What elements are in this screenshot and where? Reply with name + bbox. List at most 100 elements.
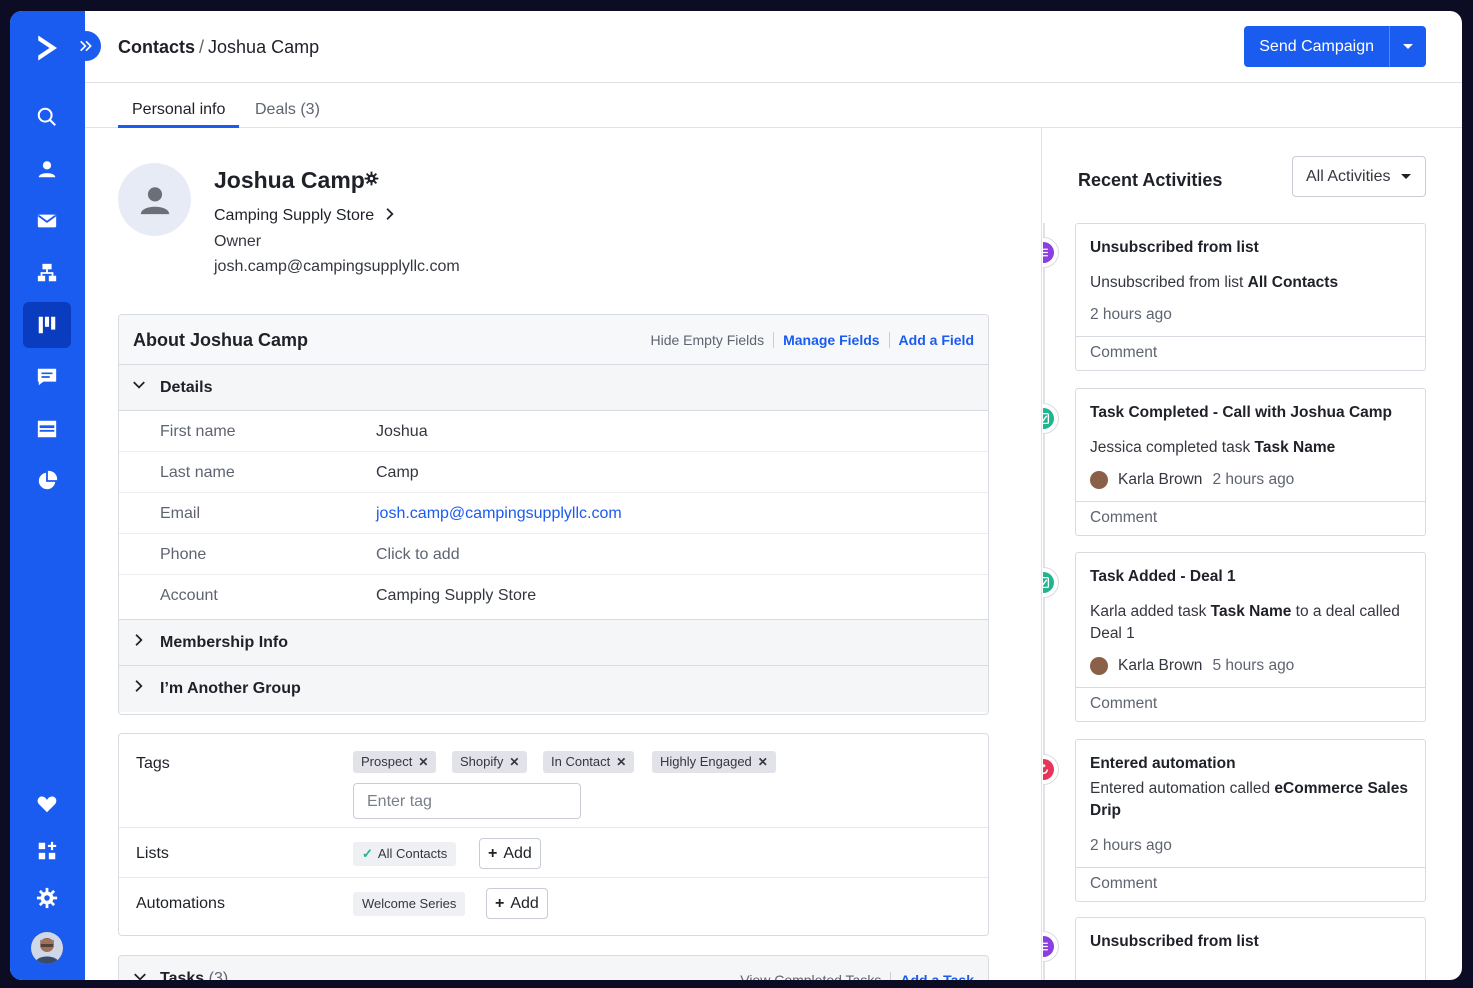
remove-tag-icon[interactable]: ✕	[418, 755, 428, 769]
field-value-first-name[interactable]: Joshua	[376, 423, 428, 441]
tag-label: In Contact	[551, 754, 611, 769]
add-field-link[interactable]: Add a Field	[899, 332, 974, 348]
divider	[888, 332, 890, 348]
field-label: Phone	[160, 546, 207, 563]
chevron-right-icon	[132, 679, 146, 696]
plus-icon: +	[495, 895, 505, 912]
tasks-panel-header[interactable]: Tasks (3) View Completed Tasks Add a Tas…	[118, 955, 989, 980]
remove-tag-icon[interactable]: ✕	[509, 755, 519, 769]
divider	[119, 827, 988, 828]
tasks-label: Tasks (3)	[160, 970, 228, 980]
field-row-account: Account Camping Supply Store	[119, 575, 988, 620]
send-campaign-button[interactable]: Send Campaign	[1244, 26, 1390, 67]
manage-fields-link[interactable]: Manage Fields	[783, 332, 879, 348]
field-row-first-name: First name Joshua	[119, 411, 988, 452]
contact-main-panel: Joshua Camp Camping Supply Store Owner j…	[85, 128, 1042, 980]
site-icon[interactable]	[23, 406, 71, 452]
add-label: Add	[510, 895, 539, 912]
contact-company-link[interactable]: Camping Supply Store	[214, 207, 374, 225]
activity-card: Task Added - Deal 1 Karla added task Tas…	[1075, 552, 1426, 722]
send-campaign-split-button: Send Campaign	[1244, 26, 1426, 67]
remove-tag-icon[interactable]: ✕	[616, 755, 626, 769]
details-group-header[interactable]: Details	[119, 365, 988, 411]
deals-icon[interactable]	[23, 302, 71, 348]
send-campaign-dropdown[interactable]	[1390, 26, 1426, 67]
person-icon	[140, 186, 169, 214]
comment-input[interactable]: Comment	[1076, 501, 1425, 535]
list-activity-icon	[1043, 931, 1059, 962]
apps-icon[interactable]	[23, 828, 71, 874]
reports-icon[interactable]	[23, 458, 71, 504]
activity-desc-bold: All Contacts	[1247, 274, 1339, 291]
recent-activities-panel: Recent Activities All Activities Unsubsc…	[1043, 128, 1462, 980]
breadcrumb-contacts-link[interactable]: Contacts	[118, 37, 195, 57]
divider	[773, 332, 775, 348]
add-automation-button[interactable]: + Add	[486, 888, 548, 919]
tab-personal-info[interactable]: Personal info	[118, 101, 240, 128]
comment-input[interactable]: Comment	[1076, 336, 1425, 370]
favorites-icon[interactable]	[23, 781, 71, 827]
add-label: Add	[503, 845, 532, 862]
automations-icon[interactable]	[23, 250, 71, 296]
automations-label: Automations	[136, 895, 225, 912]
hide-empty-fields-link[interactable]: Hide Empty Fields	[650, 332, 764, 348]
activity-time: 2 hours ago	[1090, 837, 1172, 854]
conversations-icon[interactable]	[23, 354, 71, 400]
about-panel: About Joshua Camp Hide Empty Fields Mana…	[118, 314, 989, 715]
tasks-title: Tasks	[160, 970, 205, 980]
tab-bar: Personal info Deals (3)	[85, 83, 1462, 128]
details-group-label: Details	[160, 379, 213, 396]
check-icon: ✓	[362, 846, 373, 861]
remove-tag-icon[interactable]: ✕	[758, 755, 768, 769]
activity-filter-select[interactable]: All Activities	[1292, 156, 1426, 197]
activity-time: 2 hours ago	[1090, 306, 1172, 323]
field-value-account[interactable]: Camping Supply Store	[376, 587, 536, 605]
activity-description: Entered automation called eCommerce Sale…	[1076, 774, 1425, 822]
contact-title: Owner	[214, 233, 262, 250]
field-label: Last name	[160, 464, 235, 481]
activity-card: Entered automation Entered automation ca…	[1075, 739, 1426, 902]
field-value-email[interactable]: josh.camp@campingsupplyllc.com	[376, 505, 622, 523]
header: Contacts / Joshua Camp Send Campaign	[85, 11, 1462, 83]
activity-meta: Karla Brown 2 hours ago	[1076, 459, 1425, 501]
activity-user: Karla Brown	[1118, 471, 1203, 488]
expand-sidebar-icon[interactable]	[71, 31, 101, 61]
chevron-down-icon	[132, 378, 146, 395]
view-completed-tasks-link[interactable]: View Completed Tasks	[740, 972, 881, 980]
sidebar	[10, 11, 85, 980]
activity-filter-value: All Activities	[1306, 168, 1391, 185]
chevron-right-icon	[132, 633, 146, 650]
contact-email: josh.camp@campingsupplyllc.com	[214, 258, 460, 275]
comment-input[interactable]: Comment	[1076, 867, 1425, 901]
contacts-icon[interactable]	[23, 146, 71, 192]
about-title: About Joshua Camp	[133, 330, 309, 350]
activity-title: Unsubscribed from list	[1090, 239, 1259, 256]
tab-deals[interactable]: Deals (3)	[255, 101, 320, 128]
activity-desc-text: Jessica completed task	[1090, 439, 1255, 456]
search-icon[interactable]	[23, 94, 71, 140]
user-avatar[interactable]	[31, 932, 63, 964]
field-label: Account	[160, 587, 218, 604]
activity-desc-text: Karla added task	[1090, 603, 1211, 620]
task-activity-icon	[1043, 403, 1059, 434]
chevron-right-icon[interactable]	[383, 207, 397, 226]
another-group-header[interactable]: I’m Another Group	[119, 666, 988, 712]
field-value-phone[interactable]: Click to add	[376, 546, 460, 564]
activity-desc-bold: Task Name	[1254, 439, 1336, 456]
tag-input[interactable]: Enter tag	[353, 783, 581, 819]
app-window: Contacts / Joshua Camp Send Campaign Perso…	[10, 11, 1462, 980]
membership-group-header[interactable]: Membership Info	[119, 620, 988, 666]
activity-title: Entered automation	[1090, 755, 1236, 772]
field-value-last-name[interactable]: Camp	[376, 464, 419, 482]
field-label: First name	[160, 423, 236, 440]
field-row-email: Email josh.camp@campingsupplyllc.com	[119, 493, 988, 534]
add-task-link[interactable]: Add a Task	[900, 972, 974, 980]
activity-card: Unsubscribed from list Unsubscribed from…	[1075, 223, 1426, 371]
campaigns-icon[interactable]	[23, 198, 71, 244]
comment-input[interactable]: Comment	[1076, 687, 1425, 721]
add-list-button[interactable]: + Add	[479, 838, 541, 869]
logo-icon[interactable]	[23, 25, 71, 71]
gear-icon[interactable]	[364, 171, 379, 191]
activity-description: Karla added task Task Name to a deal cal…	[1076, 587, 1425, 645]
settings-icon[interactable]	[23, 875, 71, 921]
